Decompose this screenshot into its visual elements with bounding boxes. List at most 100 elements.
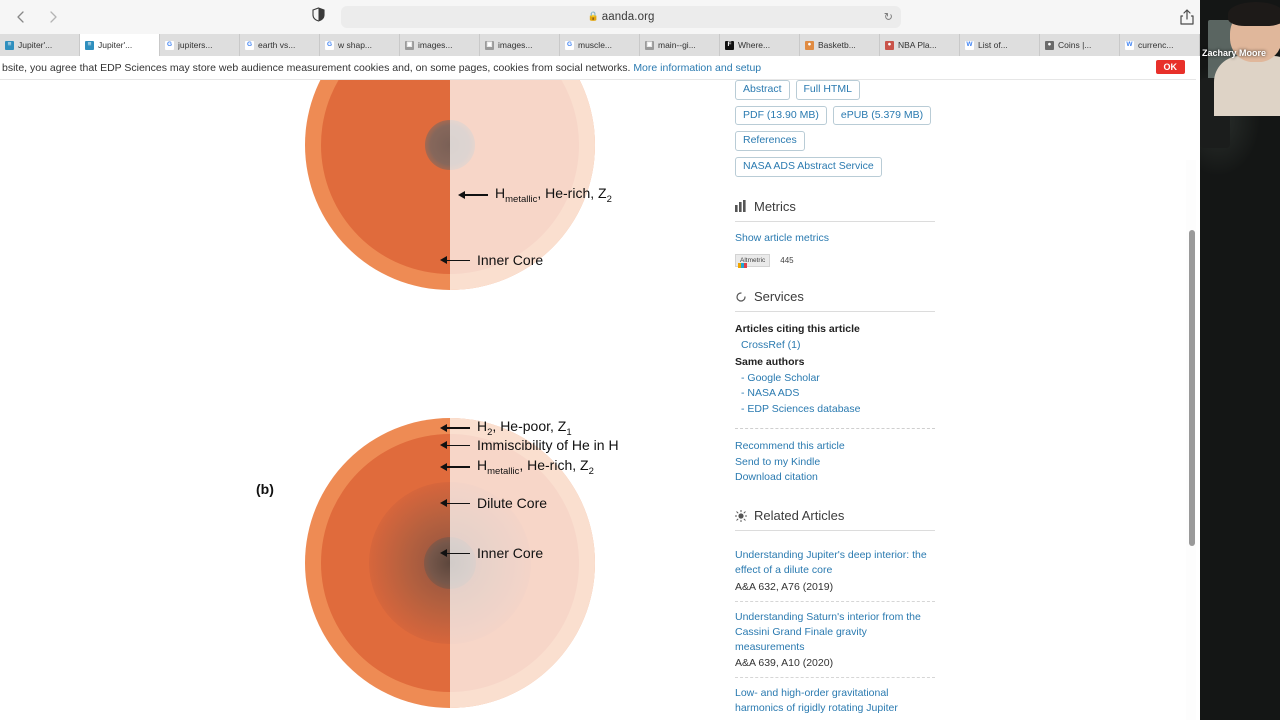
wikipedia-icon: W [965, 40, 974, 50]
metrics-section: Metrics Show article metrics Altmetric 4… [735, 198, 935, 269]
same-author-link-2[interactable]: - EDP Sciences database [735, 402, 935, 418]
webcam-person-body [1214, 56, 1280, 116]
back-arrow-icon[interactable] [14, 10, 28, 24]
browser-tab-1[interactable]: ≡ Jupiter'... [80, 34, 160, 56]
related-article-title-0[interactable]: Understanding Jupiter's deep interior: t… [735, 549, 927, 576]
image-icon: ▣ [485, 40, 494, 50]
services-divider [735, 427, 935, 429]
access-pill-row-0: Abstract Full HTML [735, 80, 935, 100]
browser-tab-6[interactable]: ▣ images... [480, 34, 560, 56]
tab-label: jupiters... [178, 40, 213, 50]
services-heading: Services [735, 289, 935, 313]
shield-icon[interactable] [312, 7, 325, 27]
browser-tab-8[interactable]: ▣ main--gi... [640, 34, 720, 56]
callout-h-metallic-b: Hmetallic, He-rich, Z2 [440, 457, 594, 477]
nba-icon: ● [885, 40, 894, 50]
service-actions-list: Recommend this article Send to my Kindle D… [735, 439, 935, 486]
browser-tab-3[interactable]: Gearth vs... [240, 34, 320, 56]
crossref-link[interactable]: CrossRef (1) [735, 338, 935, 354]
pill-references[interactable]: References [735, 131, 805, 151]
callout-immiscibility-label: Immiscibility of He in H [477, 437, 619, 453]
tab-label: List of... [978, 40, 1008, 50]
access-pill-row-2: References [735, 131, 935, 151]
pill-epub[interactable]: ePUB (5.379 MB) [832, 105, 932, 126]
google-icon: G [325, 40, 334, 50]
altmetric-count: 445 [780, 256, 794, 266]
callout-h2-he-poor: H2, He-poor, Z1 [440, 418, 572, 438]
browser-tab-4[interactable]: Gw shap... [320, 34, 400, 56]
same-authors-list: - Google Scholar - NASA ADS - EDP Sciences… [735, 371, 935, 418]
callout-h-metallic-b-label: Hmetallic, He-rich, Z2 [477, 457, 594, 477]
page-content: Hmetallic, He-rich, Z2 Inner Core Dilute… [0, 80, 1196, 720]
cookie-consent-banner: bsite, you agree that EDP Sciences may s… [0, 56, 1196, 80]
tab-label: Jupiter'... [98, 40, 133, 50]
service-action-2[interactable]: Download citation [735, 470, 935, 486]
url-value: aanda.org [601, 11, 655, 23]
services-heading-label: Services [754, 289, 804, 305]
reload-icon[interactable]: ↻ [884, 11, 893, 24]
show-article-metrics-link[interactable]: Show article metrics [735, 231, 935, 247]
browser-tab-9[interactable]: F Where... [720, 34, 800, 56]
image-icon: ▣ [405, 40, 414, 50]
pill-abstract[interactable]: Abstract [735, 80, 790, 100]
tab-strip: ≡ Jupiter'... ≡ Jupiter'... Gjupiters... Gear… [0, 34, 1280, 56]
browser-tab-13[interactable]: ● Coins |... [1040, 34, 1120, 56]
same-author-link-0[interactable]: - Google Scholar [735, 371, 935, 387]
address-bar[interactable]: 🔒 aanda.org ↻ [341, 6, 901, 28]
pill-full-html[interactable]: Full HTML [795, 80, 860, 100]
google-icon: G [565, 40, 574, 50]
browser-tab-12[interactable]: W List of... [960, 34, 1040, 56]
altmetric-badge-group[interactable]: Altmetric 445 [735, 254, 794, 269]
altmetric-badge[interactable]: Altmetric [735, 254, 771, 269]
scrollbar-thumb[interactable] [1189, 230, 1195, 546]
metrics-heading-label: Metrics [754, 198, 796, 214]
service-action-0[interactable]: Recommend this article [735, 439, 935, 455]
callout-h-metallic-label: Hmetallic, He-rich, Z2 [495, 185, 612, 205]
callout-dilute-core-label: Dilute Core [477, 495, 548, 511]
arrow-left-icon [458, 190, 488, 200]
same-author-link-1[interactable]: - NASA ADS [735, 386, 935, 402]
callout-dilute-core: Dilute Core [440, 495, 547, 511]
forbes-icon: F [725, 40, 734, 50]
coins-icon: ● [1045, 40, 1054, 50]
arrow-left-icon [440, 548, 470, 558]
browser-tab-7[interactable]: Gmuscle... [560, 34, 640, 56]
cookie-ok-button[interactable]: OK [1154, 59, 1186, 75]
callout-h2-he-poor-label: H2, He-poor, Z1 [477, 418, 572, 438]
webcam-overlay: Zachary Moore [1200, 0, 1280, 720]
forward-arrow-icon[interactable] [46, 10, 60, 24]
browser-tab-2[interactable]: Gjupiters... [160, 34, 240, 56]
webcam-name-label: Zachary Moore [1202, 48, 1267, 58]
browser-tab-11[interactable]: ● NBA Pla... [880, 34, 960, 56]
related-article-title-1[interactable]: Understanding Saturn's interior from the… [735, 611, 921, 653]
google-icon: G [245, 40, 254, 50]
image-icon: ▣ [645, 40, 654, 50]
browser-tab-10[interactable]: ● Basketb... [800, 34, 880, 56]
related-articles-list: Understanding Jupiter's deep interior: t… [735, 540, 935, 720]
pill-pdf[interactable]: PDF (13.90 MB) [735, 105, 827, 126]
share-icon[interactable] [1180, 9, 1194, 25]
browser-tab-0[interactable]: ≡ Jupiter'... [0, 34, 80, 56]
article-sidebar: Abstract Full HTML PDF (13.90 MB) ePUB (5.3… [735, 80, 935, 720]
tab-label: earth vs... [258, 40, 296, 50]
navigation-buttons [14, 10, 60, 24]
lock-icon: 🔒 [587, 11, 599, 21]
figure-column: Hmetallic, He-rich, Z2 Inner Core Dilute… [0, 80, 720, 720]
tab-label: muscle... [578, 40, 613, 50]
cookie-more-info-link[interactable]: More information and setup [633, 62, 761, 74]
tab-label: Coins |... [1058, 40, 1092, 50]
refresh-icon [735, 291, 747, 303]
wikipedia-icon: W [1125, 40, 1134, 50]
related-article-title-2[interactable]: Low- and high-order gravitational harmon… [735, 687, 898, 714]
bar-chart-icon [735, 200, 747, 213]
callout-inner-core-b-label: Inner Core [477, 545, 544, 561]
pill-nasa-ads[interactable]: NASA ADS Abstract Service [735, 156, 882, 177]
related-articles-section: Related Articles Understanding Jupiter's… [735, 508, 935, 720]
service-action-1[interactable]: Send to my Kindle [735, 455, 935, 471]
related-article-item-2: Low- and high-order gravitational harmon… [735, 678, 935, 720]
related-article-ref-1: A&A 639, A10 (2020) [735, 657, 834, 670]
related-article-ref-0: A&A 632, A76 (2019) [735, 580, 834, 593]
browser-tab-5[interactable]: ▣ images... [400, 34, 480, 56]
page-icon: ≡ [5, 40, 14, 50]
browser-tab-14[interactable]: Wcurrenc... [1120, 34, 1200, 56]
